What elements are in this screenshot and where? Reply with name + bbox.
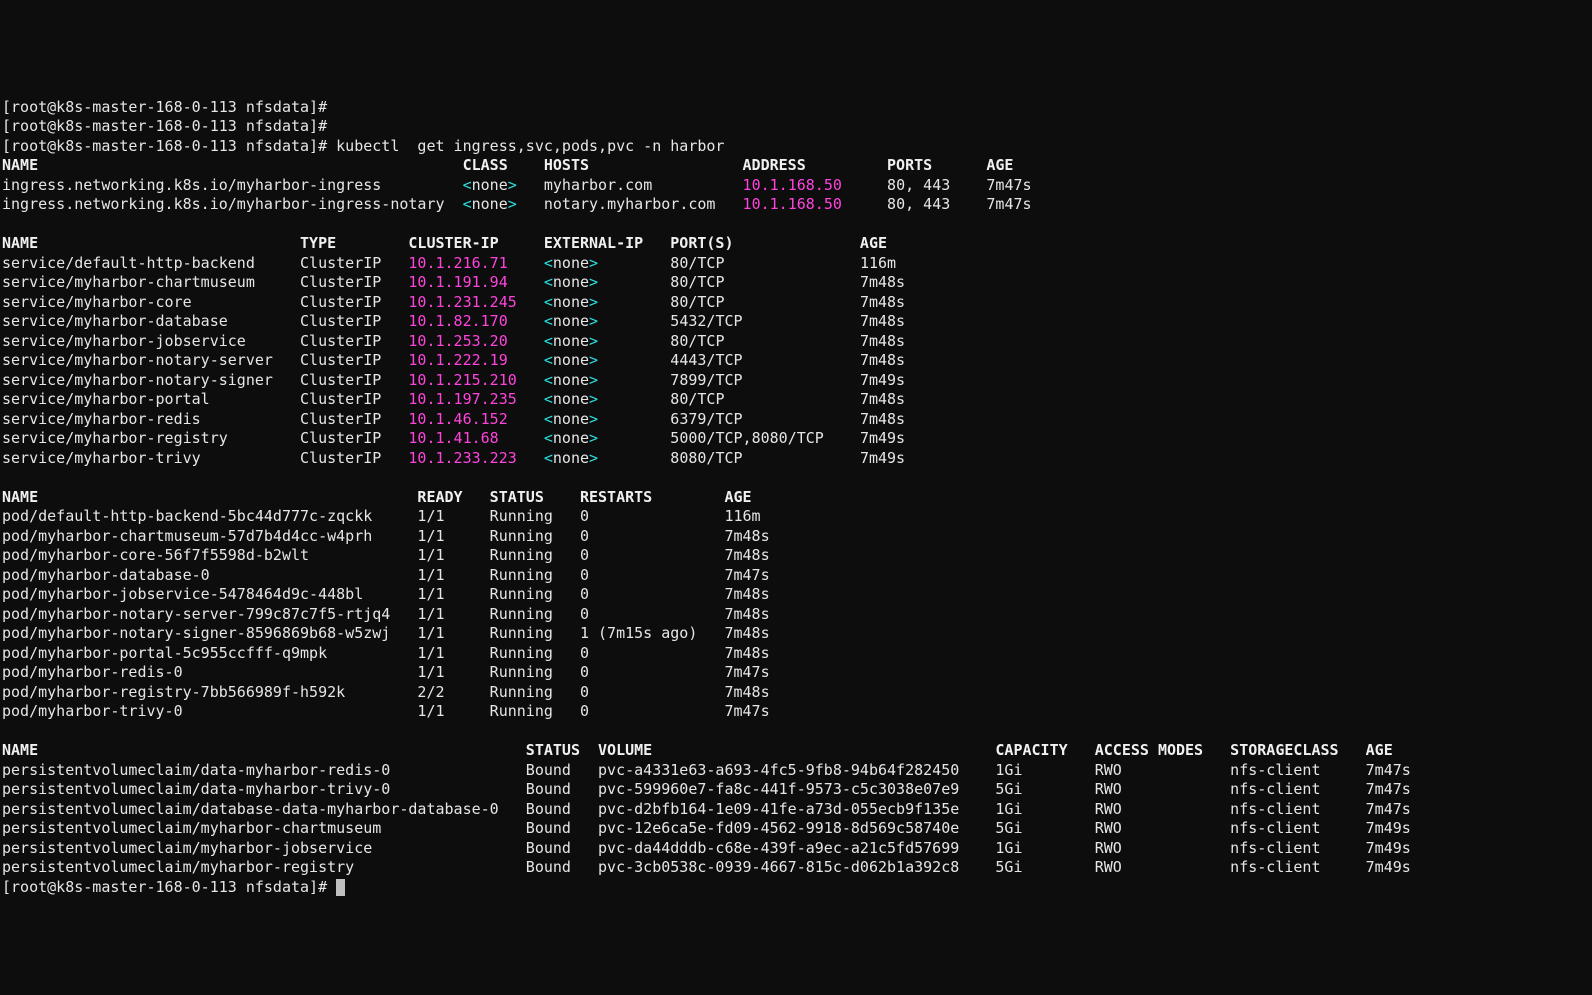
pod-row: pod/myharbor-notary-server-799c87c7f5-rt… [2,605,770,623]
pvc-row: persistentvolumeclaim/data-myharbor-triv… [2,780,1411,798]
pvc-row: persistentvolumeclaim/myharbor-chartmuse… [2,819,1411,837]
svc-row: service/myharbor-trivy ClusterIP 10.1.23… [2,449,905,467]
terminal-output[interactable]: [root@k8s-master-168-0-113 nfsdata]# [ro… [0,98,1592,898]
ingress-row: ingress.networking.k8s.io/myharbor-ingre… [2,176,1032,194]
pod-row: pod/myharbor-chartmuseum-57d7b4d4cc-w4pr… [2,527,770,545]
prompt-line: [root@k8s-master-168-0-113 nfsdata]# [2,98,327,116]
cursor [336,879,345,896]
prompt-line: [root@k8s-master-168-0-113 nfsdata]# [2,117,327,135]
pod-row: pod/myharbor-portal-5c955ccfff-q9mpk 1/1… [2,644,770,662]
svc-row: service/default-http-backend ClusterIP 1… [2,254,896,272]
svc-row: service/myharbor-redis ClusterIP 10.1.46… [2,410,905,428]
prompt-line: [root@k8s-master-168-0-113 nfsdata]# [2,137,336,155]
pvc-row: persistentvolumeclaim/myharbor-registry … [2,858,1411,876]
pod-row: pod/myharbor-registry-7bb566989f-h592k 2… [2,683,770,701]
svc-row: service/myharbor-database ClusterIP 10.1… [2,312,905,330]
svc-header: NAME TYPE CLUSTER-IP EXTERNAL-IP PORT(S)… [2,234,887,252]
pvc-row: persistentvolumeclaim/myharbor-jobservic… [2,839,1411,857]
pod-row: pod/myharbor-core-56f7f5598d-b2wlt 1/1 R… [2,546,770,564]
pvc-row: persistentvolumeclaim/data-myharbor-redi… [2,761,1411,779]
command-text: kubectl get ingress,svc,pods,pvc -n harb… [336,137,724,155]
pvc-row: persistentvolumeclaim/database-data-myha… [2,800,1411,818]
svc-row: service/myharbor-registry ClusterIP 10.1… [2,429,905,447]
pod-row: pod/myharbor-jobservice-5478464d9c-448bl… [2,585,770,603]
pvc-header: NAME STATUS VOLUME CAPACITY ACCESS MODES… [2,741,1393,759]
prompt-line[interactable]: [root@k8s-master-168-0-113 nfsdata]# [2,878,336,896]
ingress-header: NAME CLASS HOSTS ADDRESS PORTS AGE [2,156,1013,174]
pod-row: pod/myharbor-trivy-0 1/1 Running 0 7m47s [2,702,770,720]
pod-row: pod/myharbor-database-0 1/1 Running 0 7m… [2,566,770,584]
pod-header: NAME READY STATUS RESTARTS AGE [2,488,752,506]
pod-row: pod/myharbor-notary-signer-8596869b68-w5… [2,624,770,642]
pod-row: pod/myharbor-redis-0 1/1 Running 0 7m47s [2,663,770,681]
svc-row: service/myharbor-portal ClusterIP 10.1.1… [2,390,905,408]
svc-row: service/myharbor-chartmuseum ClusterIP 1… [2,273,905,291]
ingress-row: ingress.networking.k8s.io/myharbor-ingre… [2,195,1032,213]
svc-row: service/myharbor-notary-signer ClusterIP… [2,371,905,389]
svc-row: service/myharbor-notary-server ClusterIP… [2,351,905,369]
svc-row: service/myharbor-jobservice ClusterIP 10… [2,332,905,350]
svc-row: service/myharbor-core ClusterIP 10.1.231… [2,293,905,311]
pod-row: pod/default-http-backend-5bc44d777c-zqck… [2,507,761,525]
